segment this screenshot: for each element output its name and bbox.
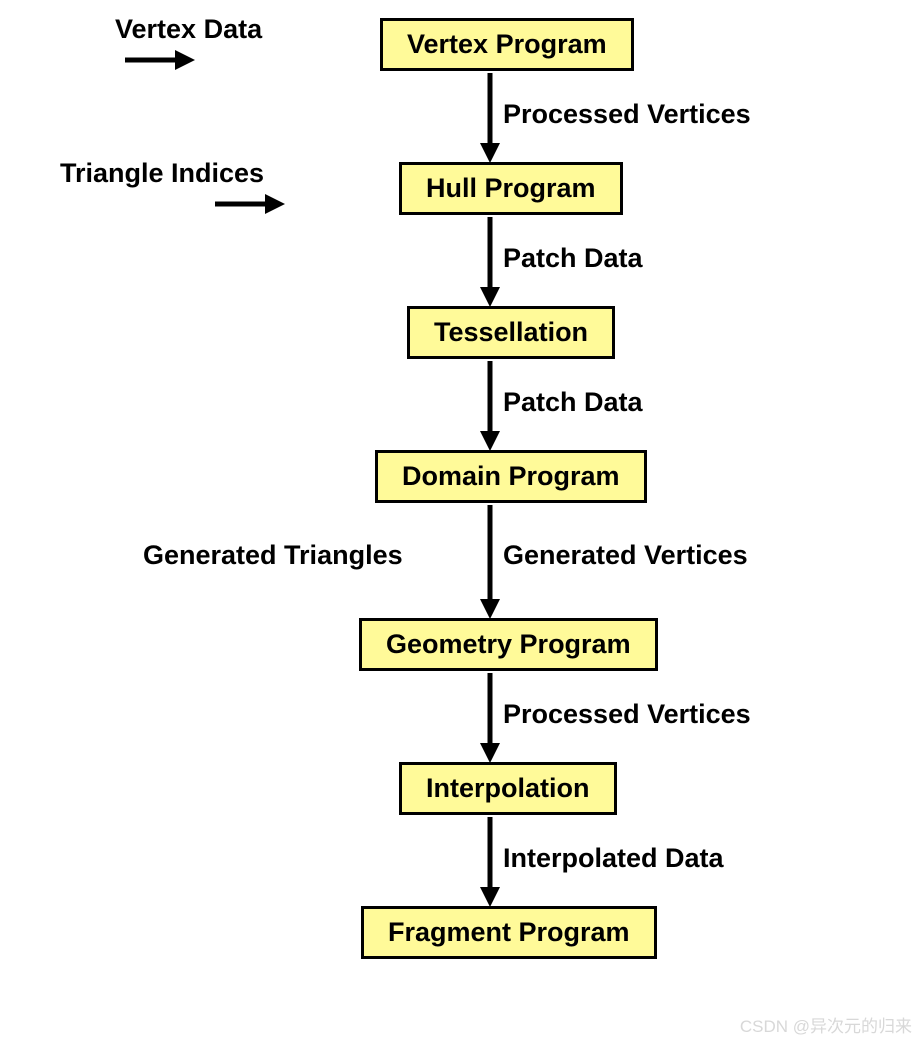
arrow-hull-to-tess-icon [478, 217, 502, 307]
edge-label-generated-triangles: Generated Triangles [143, 540, 403, 571]
edge-label-patch-data-1: Patch Data [503, 243, 643, 274]
edge-label-processed-vertices-1: Processed Vertices [503, 99, 751, 130]
arrow-domain-to-geom-icon [478, 505, 502, 619]
input-triangle-indices-label: Triangle Indices [60, 158, 264, 189]
arrow-triangle-indices-icon [215, 192, 285, 216]
stage-hull-program: Hull Program [399, 162, 623, 215]
stage-vertex-program: Vertex Program [380, 18, 634, 71]
stage-tessellation: Tessellation [407, 306, 615, 359]
arrow-interp-to-frag-icon [478, 817, 502, 907]
edge-label-generated-vertices: Generated Vertices [503, 540, 748, 571]
stage-geometry-program: Geometry Program [359, 618, 658, 671]
input-vertex-data-label: Vertex Data [115, 14, 262, 45]
arrow-geom-to-interp-icon [478, 673, 502, 763]
stage-interpolation: Interpolation [399, 762, 617, 815]
edge-label-interpolated-data: Interpolated Data [503, 843, 724, 874]
arrow-vertex-to-hull-icon [478, 73, 502, 163]
arrow-vertex-data-icon [125, 48, 195, 72]
edge-label-processed-vertices-2: Processed Vertices [503, 699, 751, 730]
arrow-tess-to-domain-icon [478, 361, 502, 451]
watermark-text: CSDN @异次元的归来 [740, 1012, 912, 1037]
stage-domain-program: Domain Program [375, 450, 647, 503]
stage-fragment-program: Fragment Program [361, 906, 657, 959]
edge-label-patch-data-2: Patch Data [503, 387, 643, 418]
